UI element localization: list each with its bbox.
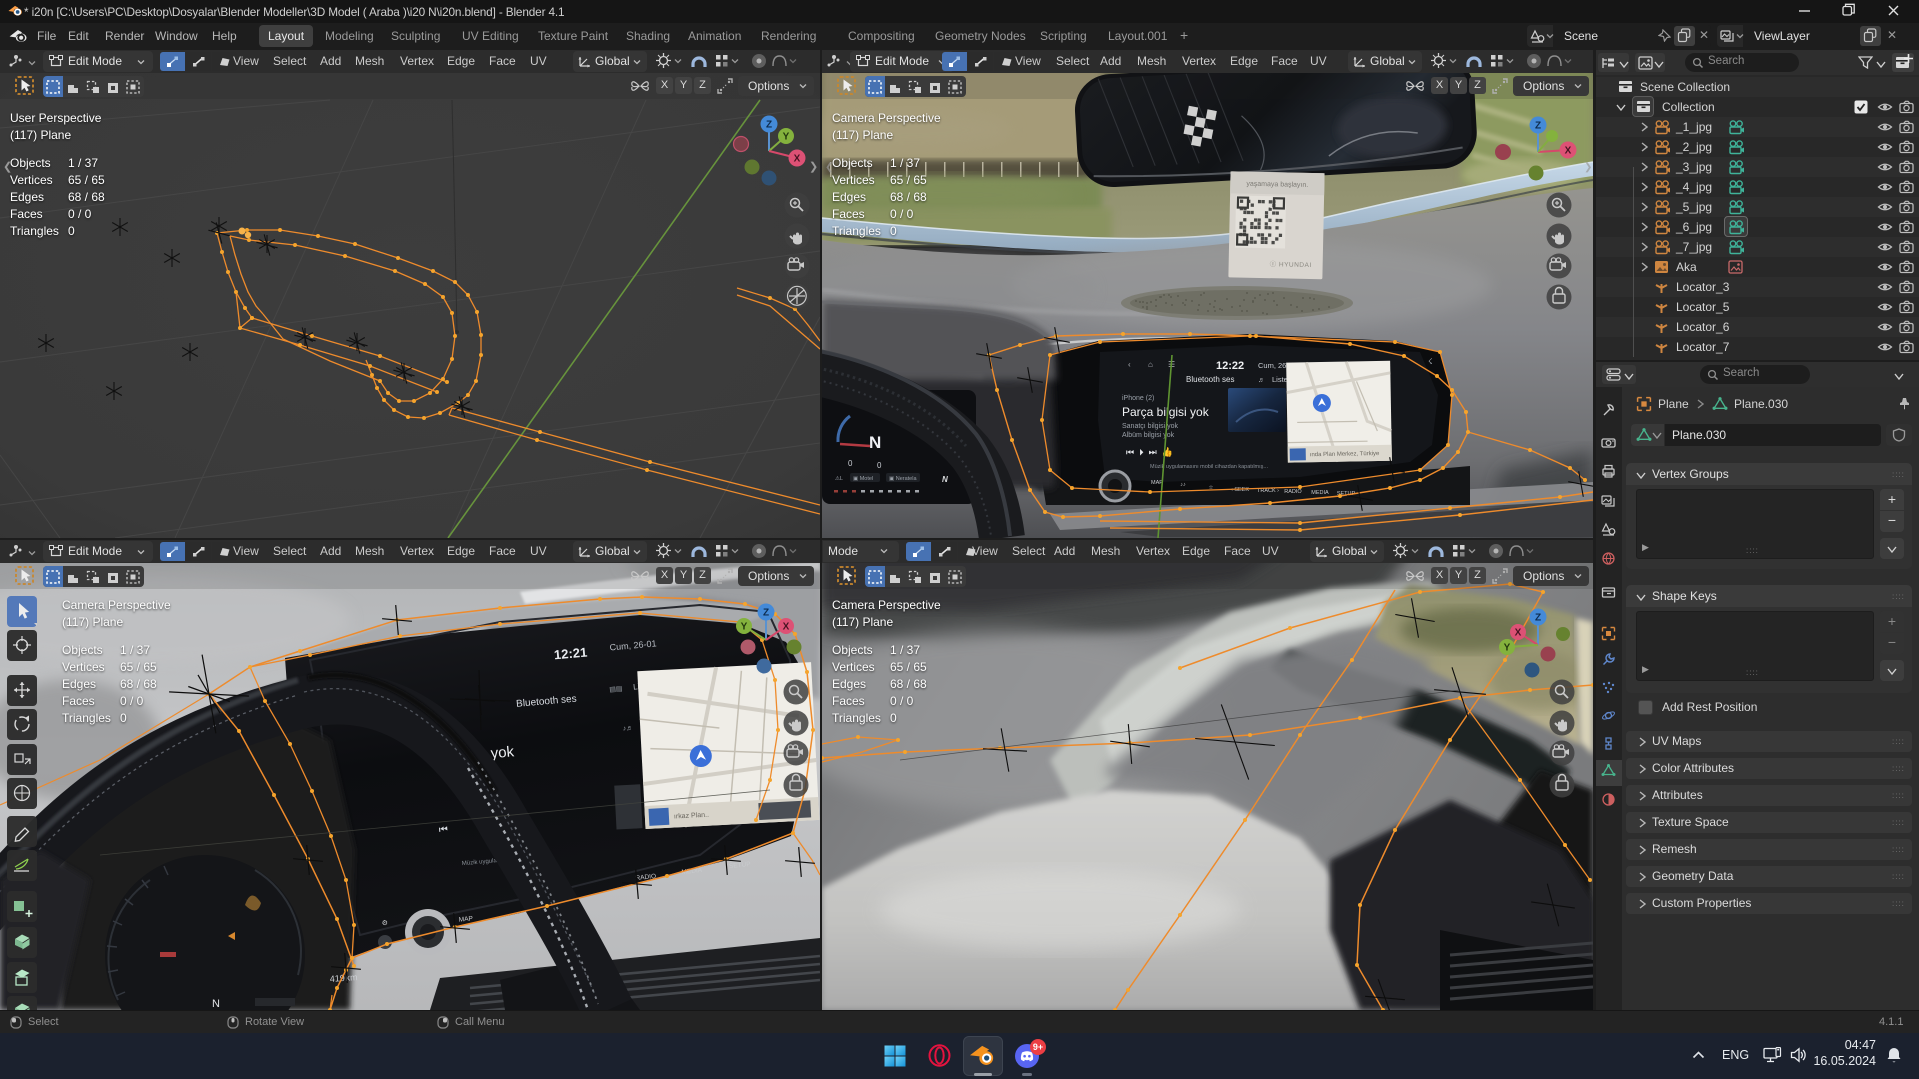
svg-text:Z: Z [766,120,772,131]
svg-text:‹ SEEK: ‹ SEEK [1231,487,1249,493]
svg-text:iPhone (2): iPhone (2) [1122,395,1154,402]
svg-text:0: 0 [877,461,882,470]
svg-text:X: X [794,154,801,165]
svg-text:Liste: Liste [1272,375,1288,384]
svg-text:N: N [942,475,948,484]
svg-text:Müzik uygulamasını mobil cihaz: Müzik uygulamasını mobil cihazdan kapatı… [1150,464,1268,470]
svg-text:Y: Y [783,132,790,143]
svg-text:⚠L: ⚠L [835,475,843,482]
svg-text:12:22: 12:22 [1216,360,1244,372]
svg-text:Z: Z [1535,613,1541,624]
svg-text:▣ Motel: ▣ Motel [853,476,873,482]
svg-text:N: N [212,998,220,1010]
svg-text:⚙: ⚙ [381,919,388,928]
svg-text:⏮: ⏮ [438,824,448,836]
svg-text:Y: Y [741,622,748,633]
svg-text:▣ Neratela: ▣ Neratela [889,476,917,482]
svg-text:MEDIA: MEDIA [1311,490,1329,496]
svg-text:Sanatçı bilgisi yok: Sanatçı bilgisi yok [1122,423,1179,430]
svg-text:Bluetooth ses: Bluetooth ses [1186,375,1234,384]
svg-text:‹: ‹ [1128,360,1131,369]
svg-text:X: X [1565,146,1572,157]
svg-text:Z: Z [763,608,769,619]
svg-text:▤▤: ▤▤ [609,686,623,694]
svg-text:♬: ♬ [1258,377,1265,384]
svg-text:⌂: ⌂ [1148,360,1153,369]
svg-text:yaşamaya başlayın.: yaşamaya başlayın. [1246,181,1308,189]
svg-text:Parça bilgisi yok: Parça bilgisi yok [1122,405,1210,419]
svg-text:X: X [783,622,790,633]
svg-text:RADIO: RADIO [1284,489,1302,495]
svg-text:⏮ ⏵ ⏭ 👍: ⏮ ⏵ ⏭ 👍 [1126,446,1173,457]
svg-text:ında Plan Merkez, Türkiye: ında Plan Merkez, Türkiye [1310,451,1380,458]
svg-text:❯: ❯ [1584,162,1592,173]
svg-text:12:21: 12:21 [553,644,587,662]
svg-text:♪♬: ♪♬ [622,725,633,733]
svg-text:N: N [869,433,881,452]
svg-text:♪♪: ♪♪ [1180,482,1186,488]
svg-text:Ⓘ HYUNDAI: Ⓘ HYUNDAI [1270,260,1312,269]
svg-text:☇: ☇ [1428,357,1433,366]
svg-text:0: 0 [848,459,853,468]
svg-text:Y: Y [1504,643,1511,654]
svg-text:Z: Z [1535,121,1541,132]
svg-text:MAP: MAP [458,915,473,923]
svg-text:X: X [1515,628,1522,639]
svg-text:❯: ❯ [809,161,818,173]
